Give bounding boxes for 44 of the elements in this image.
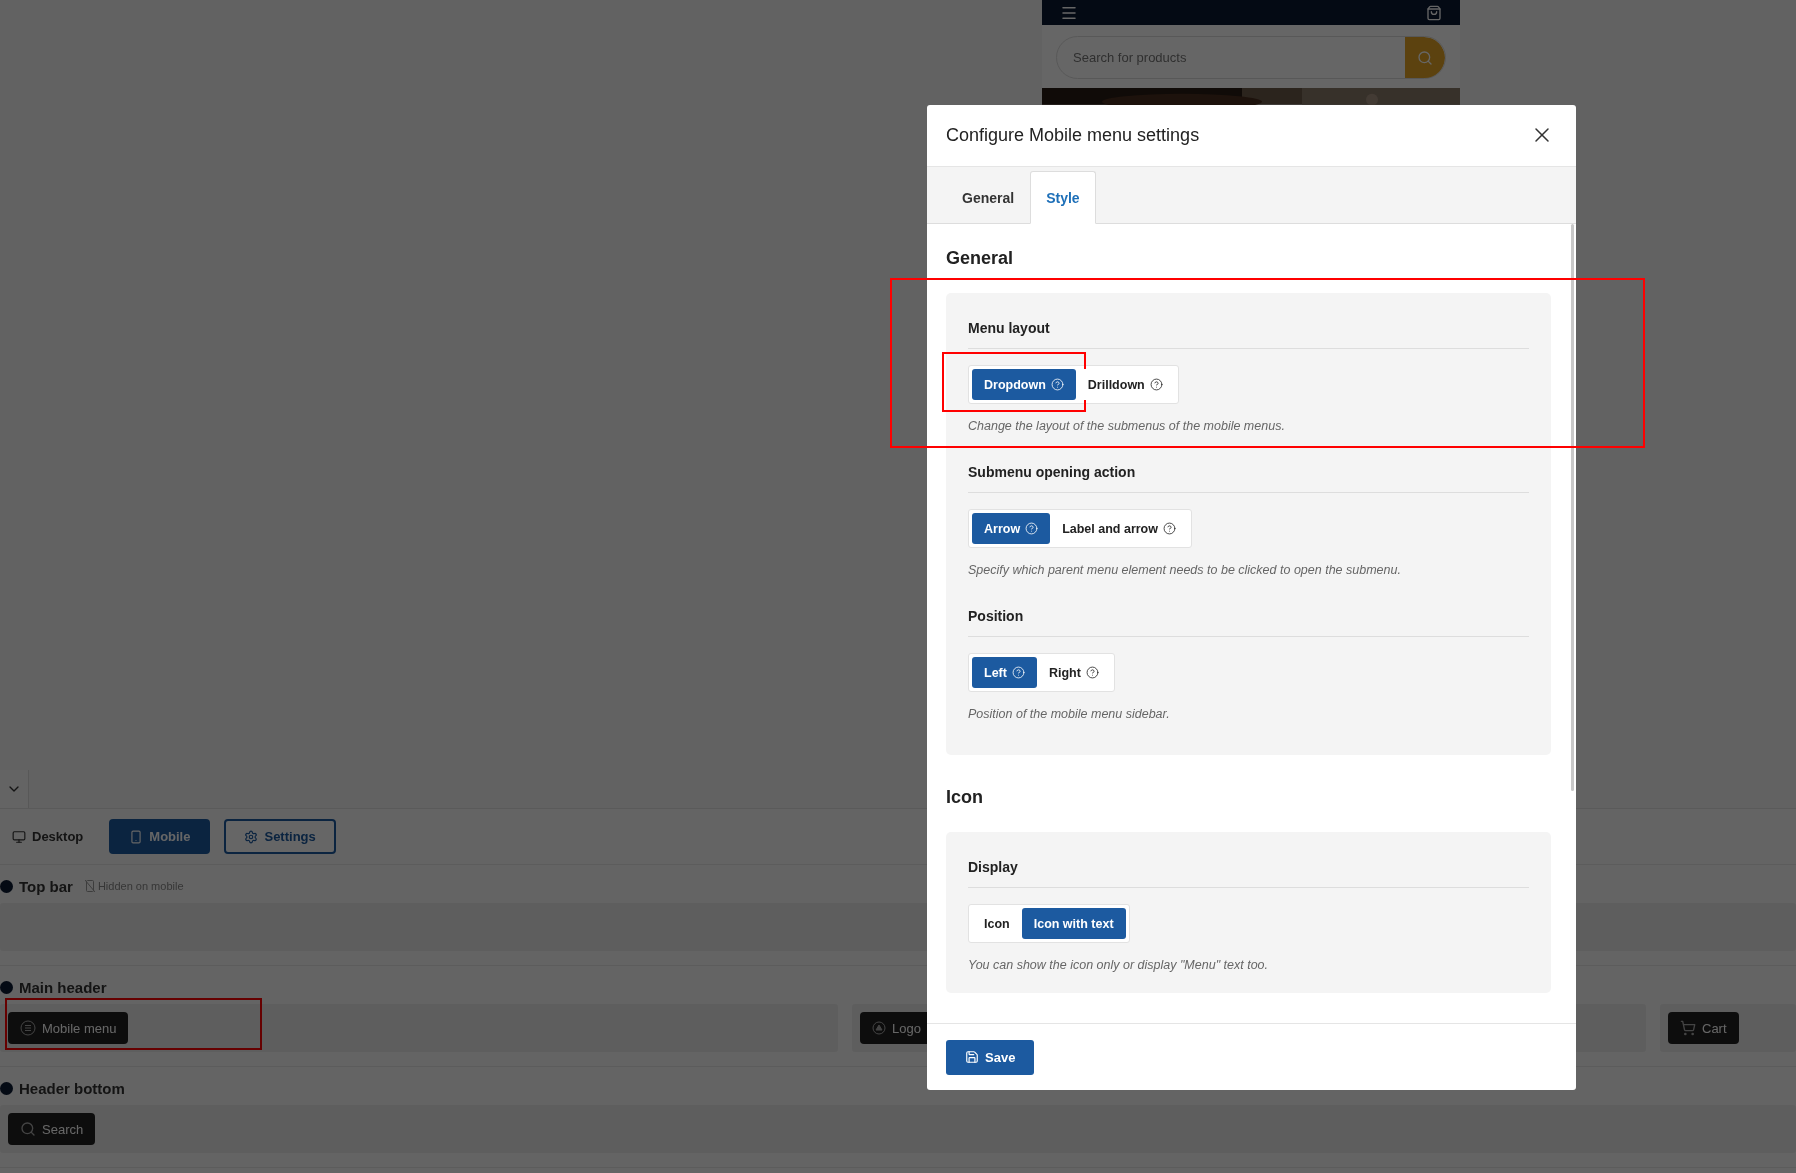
row-dot [0,980,13,994]
help-icon [1050,378,1064,391]
cart-icon [1680,1020,1696,1036]
option-button[interactable]: Left [972,657,1037,688]
option-button[interactable]: Dropdown [972,369,1076,400]
bag-icon [1426,4,1442,21]
settings-icon [244,829,259,844]
help-icon [1163,522,1176,535]
save-icon [965,1050,979,1064]
help-icon [1025,522,1039,535]
search-icon [20,1121,36,1137]
field-label: Menu layout [968,319,1529,349]
scrollbar-thumb[interactable] [1571,224,1574,791]
header-element[interactable]: Mobile menu [8,1012,129,1044]
row-title: Top bar [19,877,73,895]
save-button[interactable]: Save [946,1039,1035,1075]
row-dot [0,1081,13,1095]
help-icon [1085,666,1099,679]
option-button[interactable]: Icon with text [1021,908,1126,939]
field-description: You can show the icon only or display "Menu" text too. [968,957,1270,973]
monitor-icon [12,829,26,844]
field-description: Position of the mobile menu sidebar. [968,706,1171,722]
dialog-tab[interactable]: General [946,171,1031,224]
option-button[interactable]: Arrow [972,513,1051,544]
dialog-title: Configure Mobile menu settings [946,124,1200,146]
row-title: Main header [19,978,107,996]
row-dot [0,879,13,893]
field-label: Position [968,607,1529,637]
menu-icon [20,1020,36,1036]
section-heading: Icon [946,786,984,809]
hidden-on-mobile-icon [84,880,95,892]
header-element[interactable]: Search [8,1113,96,1145]
field-label: Submenu opening action [968,463,1529,493]
dialog-tab[interactable]: Style [1030,171,1096,224]
field-label: Display [968,858,1529,888]
help-icon [1011,666,1025,679]
row-title: Header bottom [19,1079,125,1097]
field-description: Specify which parent menu element needs to be clicked to open the submenu. [968,562,1402,578]
field-description: Change the layout of the submenus of the mobile menus. [968,418,1286,434]
section-heading: General [946,247,1015,270]
help-icon [1149,378,1163,391]
search-icon [1417,49,1433,66]
logo-icon [872,1021,886,1035]
smartphone-icon [129,829,144,844]
